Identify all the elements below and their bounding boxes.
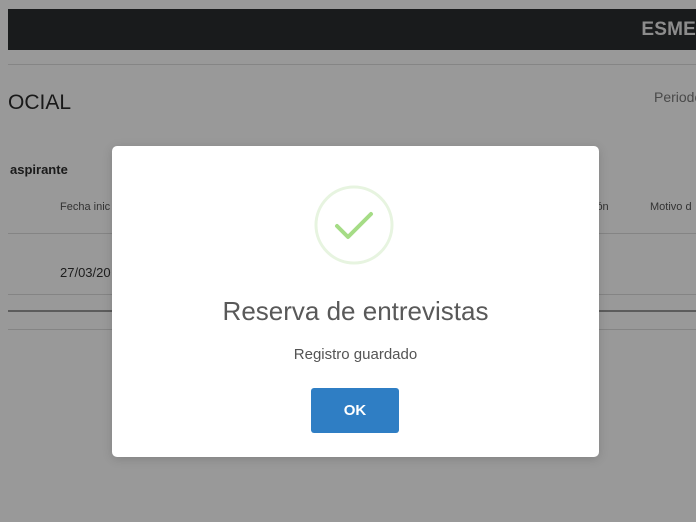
ok-button[interactable]: OK [311, 388, 399, 433]
dialog-title: Reserva de entrevistas [222, 296, 489, 326]
success-dialog: Reserva de entrevistas Registro guardado… [112, 146, 599, 457]
success-check-icon [313, 184, 395, 266]
screen: ESME OCIAL Periodo aspirante Fecha inic … [0, 0, 696, 522]
dialog-message: Registro guardado [293, 346, 418, 363]
